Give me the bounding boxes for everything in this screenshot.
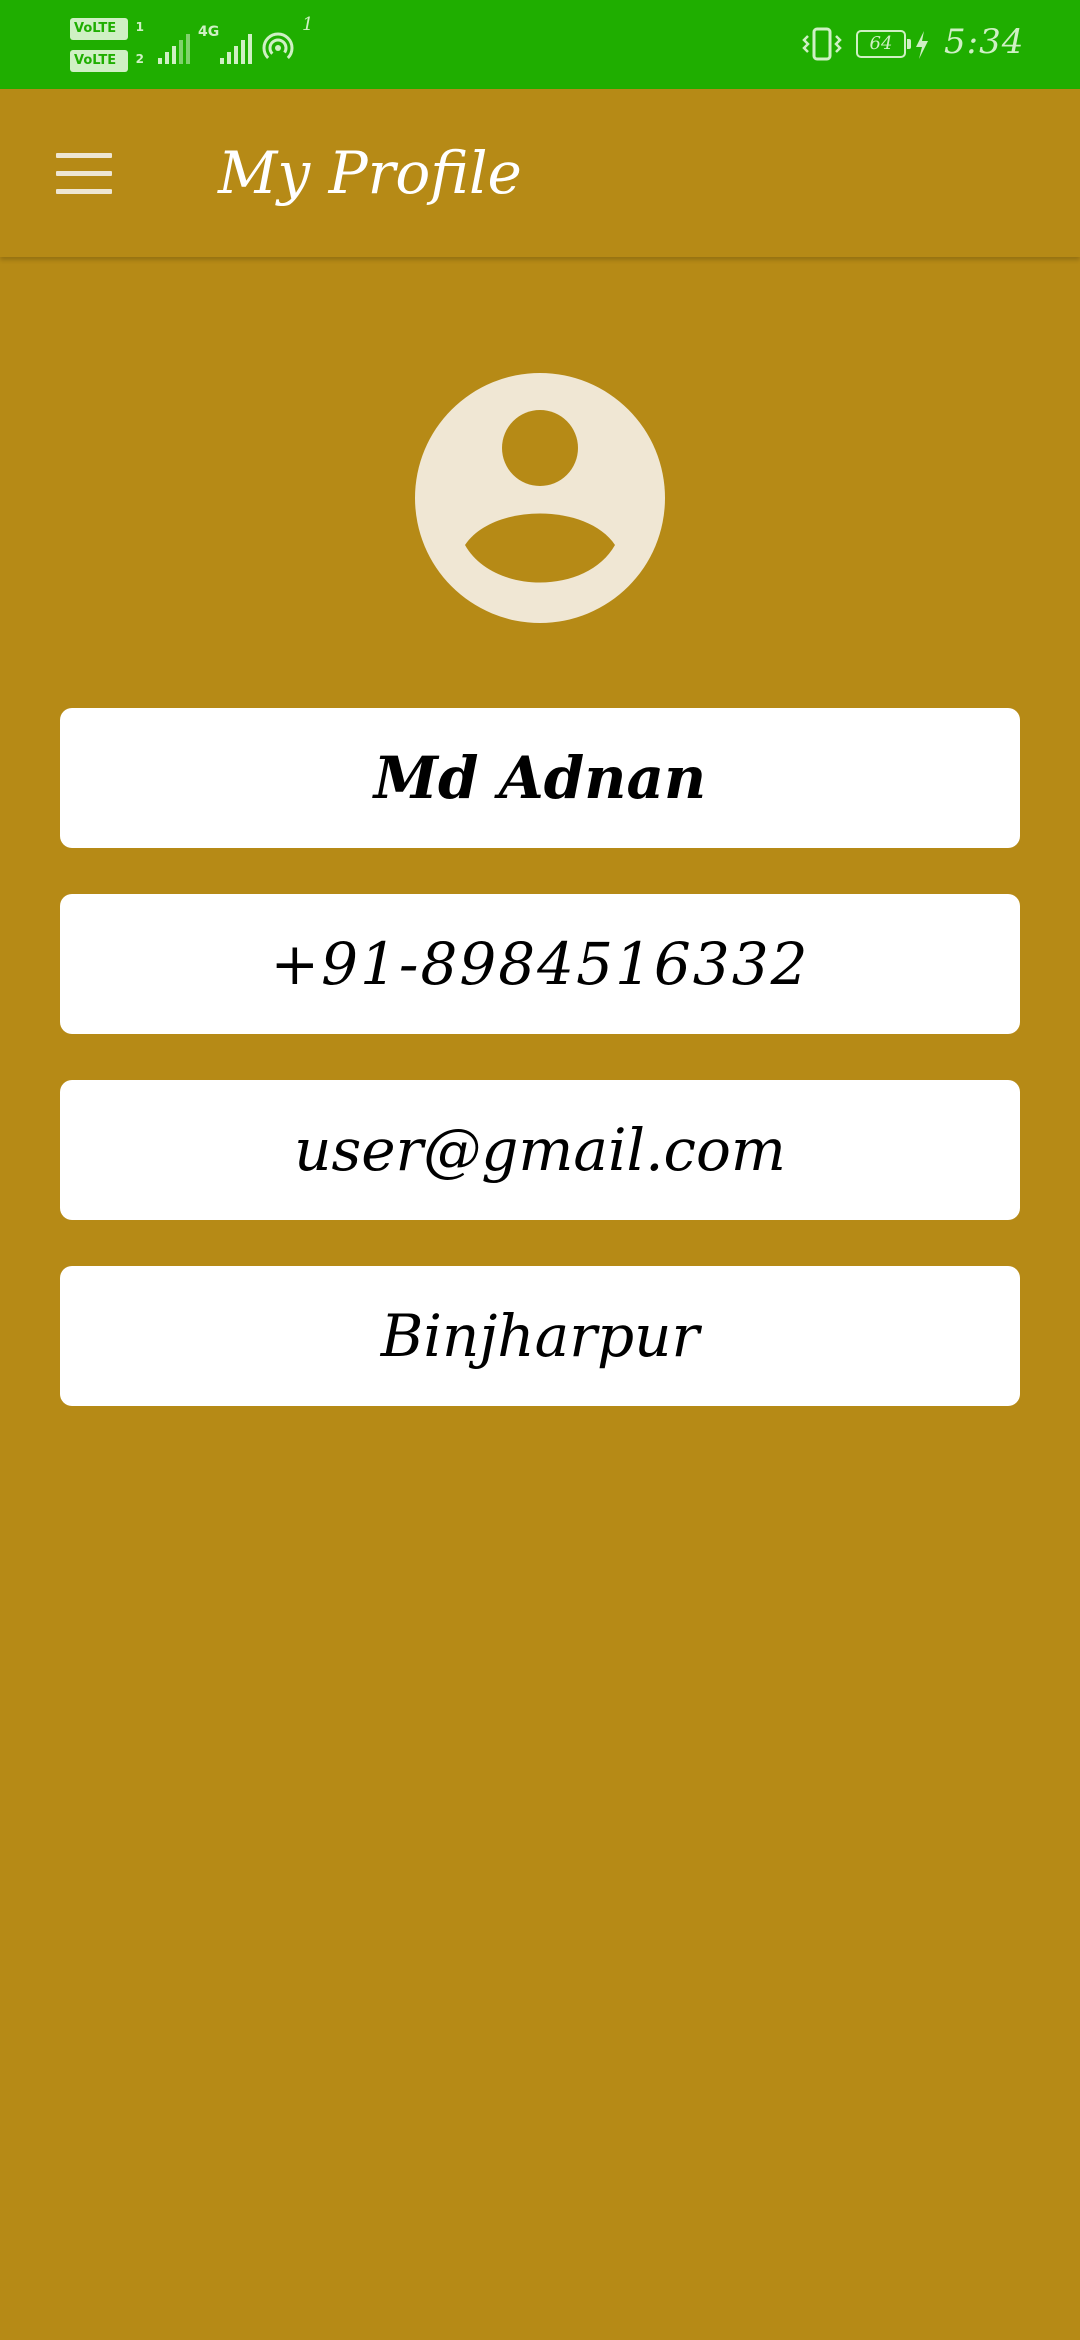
sim2-number: 2: [135, 52, 144, 66]
hamburger-menu-icon-middle: [56, 171, 112, 176]
status-bar: VoLTE 1 VoLTE 2 4G 1 64 5:34: [0, 0, 1080, 89]
battery-icon: 64: [856, 30, 911, 58]
app-bar: My Profile: [0, 89, 1080, 257]
volte-sim1-badge: VoLTE 1: [70, 18, 144, 40]
volte-sim1-label: VoLTE: [74, 21, 117, 36]
profile-screen: VoLTE 1 VoLTE 2 4G 1 64 5:34 My Profile …: [0, 0, 1080, 2340]
hotspot-count: 1: [302, 14, 314, 35]
user-avatar-icon: [415, 373, 665, 623]
profile-name: Md Adnan: [373, 744, 707, 812]
volte-sim2-label: VoLTE: [74, 53, 117, 68]
charging-bolt-icon: [914, 30, 930, 64]
hamburger-menu-icon-bottom: [56, 189, 112, 194]
status-clock: 5:34: [944, 22, 1025, 62]
signal-sim2-icon: [218, 14, 254, 76]
status-bar-right: 64 5:34: [780, 0, 1080, 89]
profile-email: user@gmail.com: [294, 1116, 786, 1184]
profile-phone-card: +91-8984516332: [60, 894, 1020, 1034]
hamburger-menu-button[interactable]: [40, 133, 128, 215]
sim1-number: 1: [135, 20, 144, 34]
profile-phone: +91-8984516332: [270, 930, 810, 998]
page-title: My Profile: [218, 139, 522, 207]
profile-city: Binjharpur: [380, 1302, 700, 1370]
vibrate-icon: [800, 26, 844, 66]
battery-level: 64: [869, 33, 893, 54]
profile-city-card: Binjharpur: [60, 1266, 1020, 1406]
hamburger-menu-icon: [56, 153, 112, 158]
network-type-label: 4G: [198, 24, 220, 40]
profile-email-card: user@gmail.com: [60, 1080, 1020, 1220]
signal-sim1-icon: [156, 14, 192, 76]
hotspot-icon: [260, 28, 296, 68]
volte-sim2-badge: VoLTE 2: [70, 50, 144, 72]
profile-name-card: Md Adnan: [60, 708, 1020, 848]
